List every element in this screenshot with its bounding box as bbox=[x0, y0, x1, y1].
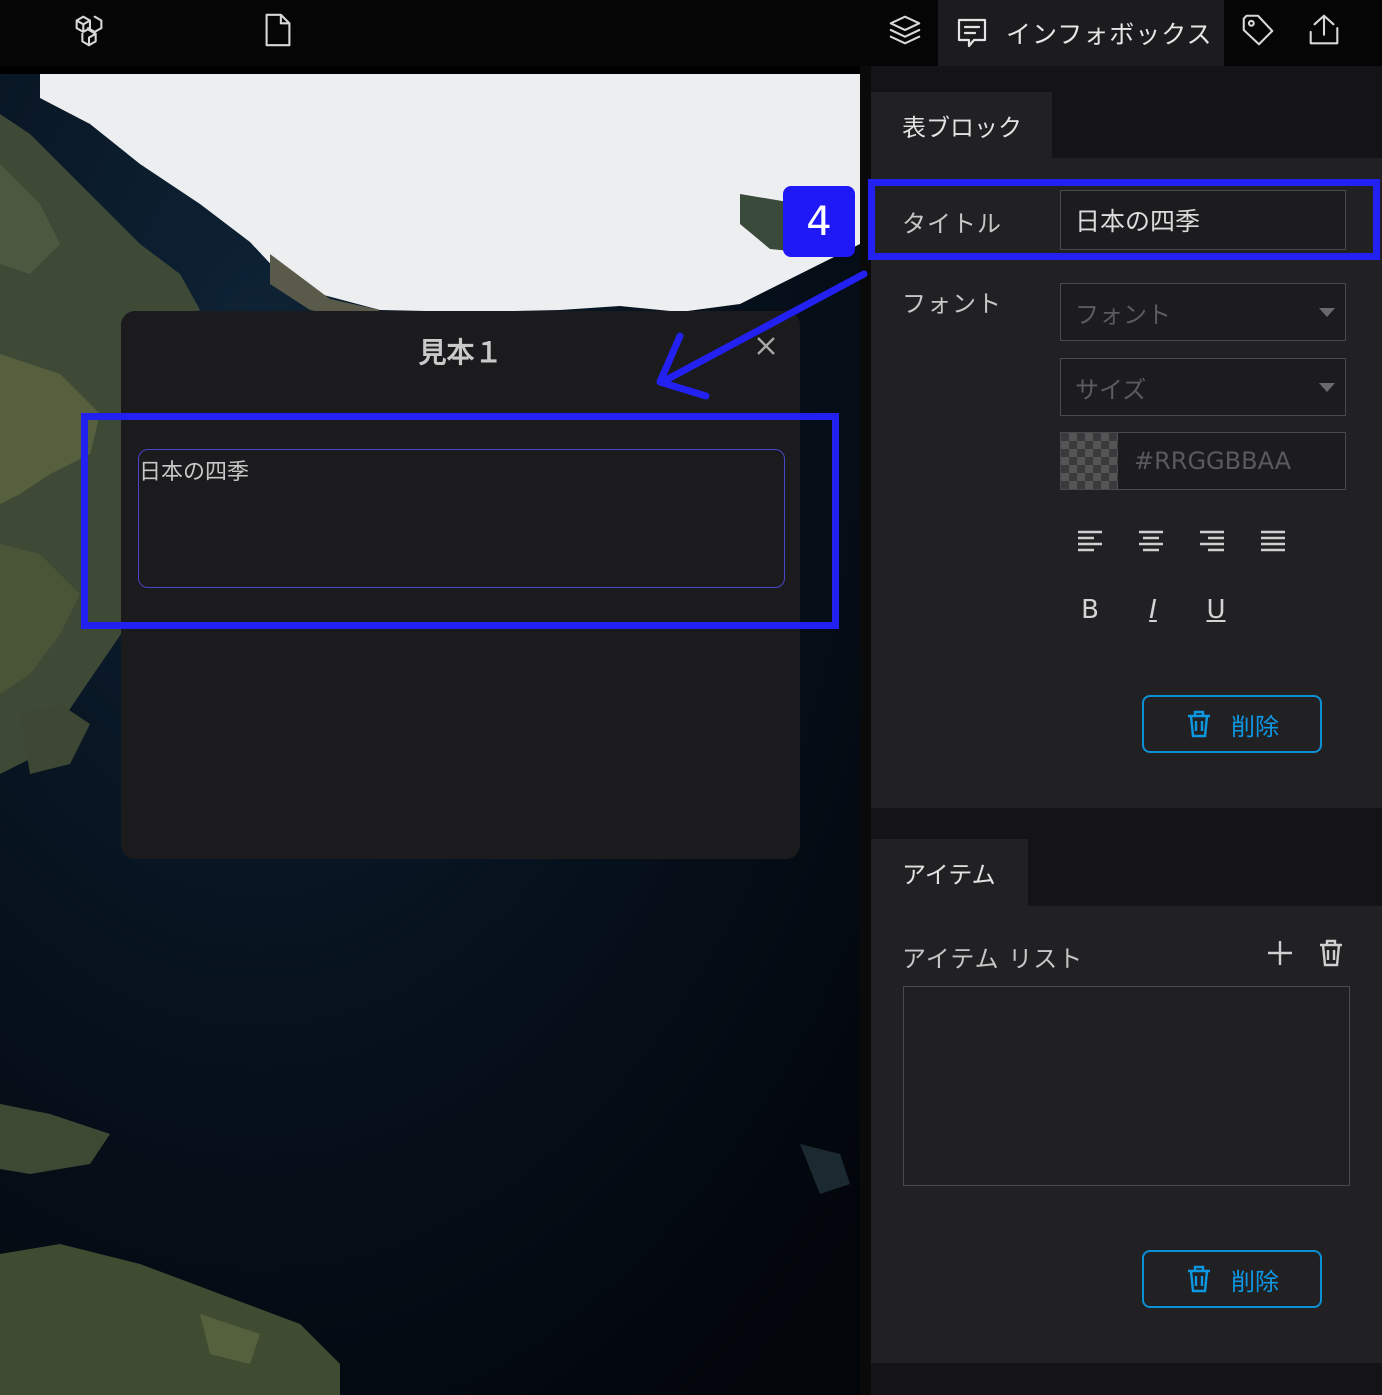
item-list[interactable] bbox=[903, 986, 1350, 1186]
file-icon[interactable] bbox=[258, 10, 298, 50]
annotation-highlight-title-field bbox=[868, 179, 1380, 260]
tab-infobox[interactable]: インフォボックス bbox=[938, 0, 1224, 66]
tab-table-block[interactable]: 表ブロック bbox=[871, 92, 1052, 158]
italic-button[interactable]: I bbox=[1135, 592, 1171, 628]
top-toolbar: インフォボックス bbox=[0, 0, 1382, 66]
bold-button[interactable]: B bbox=[1072, 592, 1108, 628]
align-justify-icon[interactable] bbox=[1253, 522, 1293, 558]
align-left-icon[interactable] bbox=[1070, 522, 1110, 558]
infobox-icon bbox=[957, 18, 987, 48]
export-icon[interactable] bbox=[1304, 10, 1344, 50]
right-panel: 表ブロック タイトル 日本の四季 フォント フォント サイズ #RRGGBBAA bbox=[871, 66, 1382, 1395]
font-select-placeholder: フォント bbox=[1075, 300, 1171, 329]
step-badge: 4 bbox=[783, 186, 855, 257]
font-select[interactable]: フォント bbox=[1060, 283, 1346, 341]
trash-icon bbox=[1188, 1265, 1210, 1293]
annotation-highlight-preview bbox=[81, 413, 839, 629]
trash-icon bbox=[1188, 710, 1210, 738]
tag-icon[interactable] bbox=[1238, 10, 1278, 50]
color-input-placeholder: #RRGGBBAA bbox=[1134, 447, 1292, 475]
items-section: アイテム リスト 削除 bbox=[871, 906, 1382, 1363]
annotation-arrow bbox=[656, 270, 868, 400]
trash-icon[interactable] bbox=[1315, 937, 1347, 969]
delete-items-button[interactable]: 削除 bbox=[1142, 1250, 1322, 1308]
size-select[interactable]: サイズ bbox=[1060, 358, 1346, 416]
chevron-down-icon bbox=[1319, 308, 1335, 317]
chevron-down-icon bbox=[1319, 383, 1335, 392]
font-label: フォント bbox=[902, 290, 1002, 318]
app-root: インフォボックス 見本１ 日本の四季 表ブロック タイトル 日本の四季 フォント… bbox=[0, 0, 1382, 1395]
color-input[interactable]: #RRGGBBAA bbox=[1060, 432, 1346, 490]
delete-table-block-button[interactable]: 削除 bbox=[1142, 695, 1322, 753]
delete-label: 削除 bbox=[1231, 712, 1279, 741]
size-select-placeholder: サイズ bbox=[1075, 375, 1147, 404]
align-center-icon[interactable] bbox=[1131, 522, 1171, 558]
underline-button[interactable]: U bbox=[1198, 592, 1234, 628]
tab-infobox-label: インフォボックス bbox=[1006, 20, 1213, 49]
delete-label: 削除 bbox=[1231, 1267, 1279, 1296]
layers-icon[interactable] bbox=[885, 10, 925, 50]
cube-cluster-icon[interactable] bbox=[69, 10, 109, 50]
color-swatch[interactable] bbox=[1061, 433, 1118, 489]
plus-icon[interactable] bbox=[1264, 937, 1296, 969]
align-right-icon[interactable] bbox=[1192, 522, 1232, 558]
tab-items[interactable]: アイテム bbox=[871, 839, 1028, 906]
item-list-label: アイテム リスト bbox=[902, 945, 1084, 973]
